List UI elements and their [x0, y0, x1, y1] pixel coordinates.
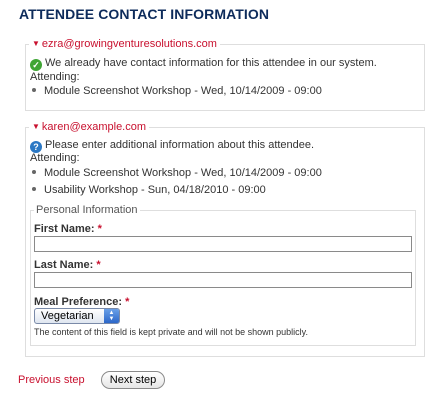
attendee-legend-2[interactable]: ▼ karen@example.com	[29, 120, 150, 134]
event-text: Module Screenshot Workshop - Wed, 10/14/…	[44, 167, 322, 179]
last-name-field[interactable]	[34, 272, 412, 288]
attending-label: Attending:	[30, 71, 80, 83]
required-marker: *	[96, 259, 101, 271]
collapse-arrow-icon[interactable]: ▼	[32, 122, 40, 131]
last-name-label: Last Name: *	[34, 259, 101, 271]
status-text: We already have contact information for …	[45, 57, 377, 69]
attendee-legend-1[interactable]: ▼ ezra@growingventuresolutions.com	[29, 37, 220, 51]
attendee-fieldset-2: ▼ karen@example.com ? Please enter additio…	[25, 120, 425, 357]
event-text: Usability Workshop - Sun, 04/18/2010 - 0…	[44, 184, 266, 196]
previous-step-link[interactable]: Previous step	[18, 374, 85, 386]
event-list-item: Usability Workshop - Sun, 04/18/2010 - 0…	[30, 183, 266, 197]
attendee-email-link[interactable]: ezra@growingventuresolutions.com	[42, 38, 217, 50]
attendee-fieldset-1: ▼ ezra@growingventuresolutions.com ✓ We al…	[25, 37, 425, 111]
event-text: Module Screenshot Workshop - Wed, 10/14/…	[44, 85, 322, 97]
first-name-field[interactable]	[34, 236, 412, 252]
meal-preference-description: The content of this field is kept privat…	[34, 327, 308, 337]
status-text: Please enter additional information abou…	[45, 139, 315, 151]
attendee-email-link[interactable]: karen@example.com	[42, 121, 146, 133]
first-name-label: First Name: *	[34, 223, 102, 235]
event-list-item: Module Screenshot Workshop - Wed, 10/14/…	[30, 84, 322, 98]
bullet-icon	[32, 187, 36, 191]
bullet-icon	[32, 170, 36, 174]
bullet-icon	[32, 88, 36, 92]
event-list-item: Module Screenshot Workshop - Wed, 10/14/…	[30, 166, 322, 180]
meal-preference-select[interactable]: Vegetarian ▲ ▼	[34, 308, 120, 324]
required-marker: *	[125, 296, 130, 308]
required-marker: *	[97, 223, 102, 235]
meal-preference-value: Vegetarian	[41, 310, 94, 322]
collapse-arrow-icon[interactable]: ▼	[32, 39, 40, 48]
attendee-status-message: ✓ We already have contact information for…	[30, 56, 377, 71]
page-title: ATTENDEE CONTACT INFORMATION	[19, 6, 270, 22]
personal-information-fieldset: Personal Information First Name: * Last …	[30, 203, 416, 346]
select-arrows-icon: ▲ ▼	[104, 309, 119, 323]
attending-label: Attending:	[30, 152, 80, 164]
personal-information-legend: Personal Information	[34, 203, 140, 217]
next-step-button[interactable]: Next step	[101, 371, 165, 389]
meal-preference-label: Meal Preference: *	[34, 296, 130, 308]
